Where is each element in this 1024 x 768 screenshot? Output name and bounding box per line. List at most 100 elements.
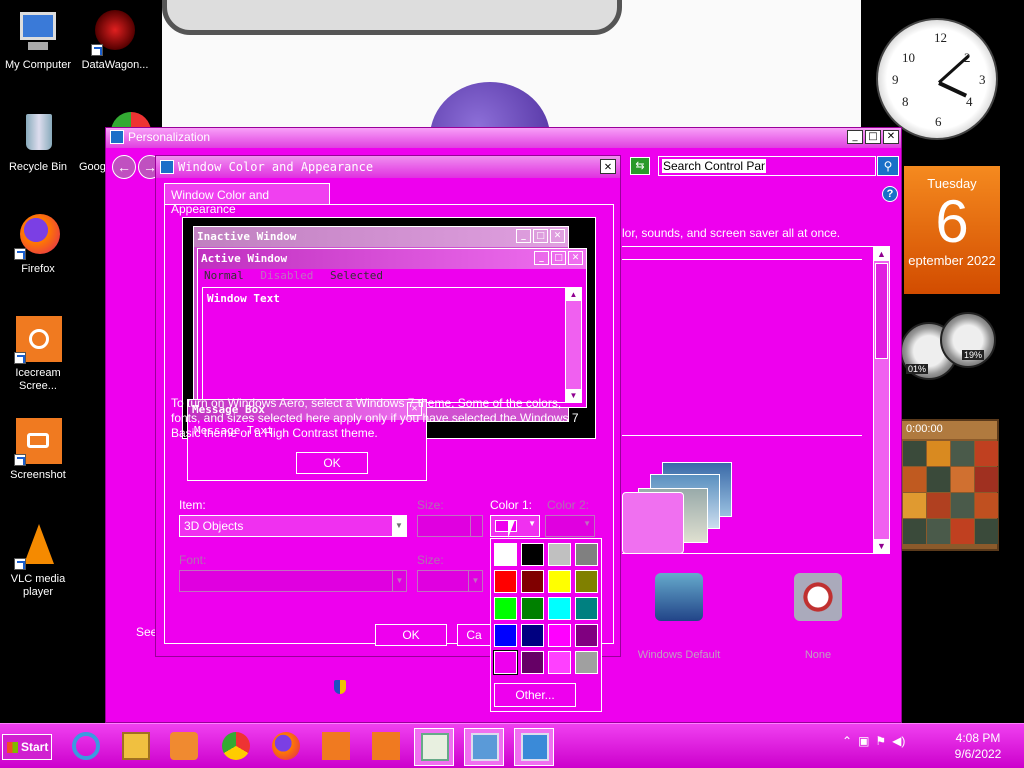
dialog-titlebar[interactable]: Window Color and Appearance ✕ xyxy=(156,156,620,178)
taskbar-display[interactable] xyxy=(514,728,554,766)
picture-puzzle-gadget[interactable]: 0:00:00 xyxy=(900,419,999,551)
desktop-icon-firefox[interactable]: Firefox xyxy=(0,212,76,276)
network-icon[interactable]: ▣ xyxy=(858,734,869,748)
color-swatch[interactable] xyxy=(521,570,544,593)
icecream-icon xyxy=(14,316,62,364)
preview-menu-bar[interactable]: Normal Disabled Selected xyxy=(198,269,586,285)
menu-selected[interactable]: Selected xyxy=(330,269,383,282)
color-swatch[interactable] xyxy=(575,543,598,566)
color-palette-dropdown[interactable]: Other... xyxy=(490,538,602,712)
cancel-button[interactable]: Ca xyxy=(457,624,491,646)
color-swatch[interactable] xyxy=(575,597,598,620)
font-size-dropdown[interactable]: ▼ xyxy=(417,570,483,592)
theme-list[interactable]: ▲ ▼ xyxy=(622,246,890,554)
screensaver-label: None xyxy=(804,649,832,661)
color-swatch[interactable] xyxy=(494,570,517,593)
action-center-icon[interactable]: ⚑ xyxy=(875,734,886,748)
spinner-arrows[interactable] xyxy=(470,516,482,536)
item-dropdown[interactable]: 3D Objects ▼ xyxy=(179,515,407,537)
help-icon[interactable]: ? xyxy=(882,186,898,202)
taskbar-media-player[interactable] xyxy=(164,728,204,766)
color-swatch[interactable] xyxy=(494,597,517,620)
preview-ok-button[interactable]: OK xyxy=(296,452,368,474)
color-swatch[interactable] xyxy=(575,651,598,674)
theme-list-scrollbar[interactable]: ▲ ▼ xyxy=(873,247,889,553)
menu-normal[interactable]: Normal xyxy=(204,269,244,282)
refresh-button[interactable]: ⇆ xyxy=(630,157,650,175)
taskbar-clock[interactable]: 4:08 PM 9/6/2022 xyxy=(938,730,1018,762)
taskbar-chrome[interactable] xyxy=(216,728,256,766)
desktop-icon-datawagon[interactable]: DataWagon... xyxy=(77,8,153,72)
color-swatch[interactable] xyxy=(548,570,571,593)
minimize-button[interactable]: _ xyxy=(847,130,863,144)
color-swatch[interactable] xyxy=(575,624,598,647)
scroll-thumb[interactable] xyxy=(875,263,888,359)
scroll-down-icon[interactable]: ▼ xyxy=(874,539,889,553)
color2-button[interactable]: ▼ xyxy=(545,515,595,537)
color-swatch[interactable] xyxy=(521,624,544,647)
color1-button[interactable]: ▼ xyxy=(490,515,540,537)
size-spinner[interactable] xyxy=(417,515,483,537)
maximize-button[interactable]: □ xyxy=(865,130,881,144)
color-swatch[interactable] xyxy=(494,624,517,647)
taskbar-explorer[interactable] xyxy=(116,728,156,766)
taskbar-notepad[interactable] xyxy=(414,728,454,766)
preview-active-window[interactable]: Active Window _ □ ✕ Normal Disabled Select… xyxy=(197,248,587,408)
desktop-icon-screenshot[interactable]: Screenshot xyxy=(0,418,76,482)
taskbar-internet-explorer[interactable] xyxy=(66,728,106,766)
color-swatch[interactable] xyxy=(548,597,571,620)
other-color-button[interactable]: Other... xyxy=(494,683,576,707)
desktop-icon-vlc[interactable]: VLC media player xyxy=(0,522,76,599)
volume-icon[interactable]: ◀) xyxy=(892,734,905,748)
close-button[interactable]: ✕ xyxy=(600,159,616,174)
font-dropdown[interactable]: ▼ xyxy=(179,570,407,592)
color-swatch[interactable] xyxy=(548,624,571,647)
tab-window-color-appearance[interactable]: Window Color and Appearance xyxy=(164,183,330,216)
desktop-icon-recycle-bin[interactable]: Recycle Bin xyxy=(0,110,76,174)
ok-button[interactable]: OK xyxy=(375,624,447,646)
back-button[interactable]: ← xyxy=(112,155,136,179)
sounds-link[interactable]: Windows Default xyxy=(624,573,734,661)
memory-usage: 19% xyxy=(962,350,985,360)
taskbar-control-panel[interactable] xyxy=(464,728,504,766)
calendar-gadget[interactable]: Tuesday 6 eptember 2022 xyxy=(904,166,1000,294)
preview-scrollbar[interactable]: ▲ ▼ xyxy=(565,288,581,402)
taskbar-firefox[interactable] xyxy=(266,728,306,766)
color-swatch[interactable] xyxy=(493,650,518,675)
show-hidden-icons-icon[interactable]: ⌃ xyxy=(842,734,852,748)
color-swatch[interactable] xyxy=(494,543,517,566)
clock-gadget[interactable]: 12 3 6 9 10 2 4 8 xyxy=(876,18,998,140)
display-icon xyxy=(160,160,174,174)
search-box[interactable] xyxy=(658,156,876,176)
desktop-icon-icecream[interactable]: Icecream Scree... xyxy=(0,316,76,393)
taskbar-screenshot[interactable] xyxy=(366,728,406,766)
search-input[interactable] xyxy=(662,159,766,173)
taskbar-icecream[interactable] xyxy=(316,728,356,766)
cpu-meter-gadget[interactable]: 01% 19% xyxy=(900,312,1000,402)
desktop-icon-label: Firefox xyxy=(21,263,55,275)
color-swatch[interactable] xyxy=(575,570,598,593)
menu-disabled[interactable]: Disabled xyxy=(260,269,313,282)
sounds-label: Windows Default xyxy=(637,649,721,661)
scroll-up-icon[interactable]: ▲ xyxy=(874,247,889,261)
desktop-icon-my-computer[interactable]: My Computer xyxy=(0,8,76,72)
personalization-titlebar[interactable]: Personalization _ □ ✕ xyxy=(106,128,901,148)
color-swatch[interactable] xyxy=(521,543,544,566)
start-button[interactable]: Start xyxy=(2,734,52,760)
theme-preview-image[interactable] xyxy=(622,452,752,554)
preview-window-text-area[interactable]: Window Text ▲ ▼ xyxy=(202,287,582,403)
color-swatch[interactable] xyxy=(521,651,544,674)
scroll-up-icon[interactable]: ▲ xyxy=(566,288,581,301)
color-swatch-grid xyxy=(493,543,598,675)
media-player-icon xyxy=(170,732,198,760)
color-swatch[interactable] xyxy=(521,597,544,620)
desktop-icon-label: My Computer xyxy=(4,59,72,71)
screensaver-link[interactable]: None xyxy=(763,573,873,661)
close-button[interactable]: ✕ xyxy=(883,130,899,144)
windows-logo-icon xyxy=(7,742,18,753)
color-swatch[interactable] xyxy=(548,651,571,674)
search-icon[interactable]: ⚲ xyxy=(877,156,899,176)
chevron-down-icon: ▼ xyxy=(392,516,406,536)
notepad-icon xyxy=(421,733,449,761)
color-swatch[interactable] xyxy=(548,543,571,566)
